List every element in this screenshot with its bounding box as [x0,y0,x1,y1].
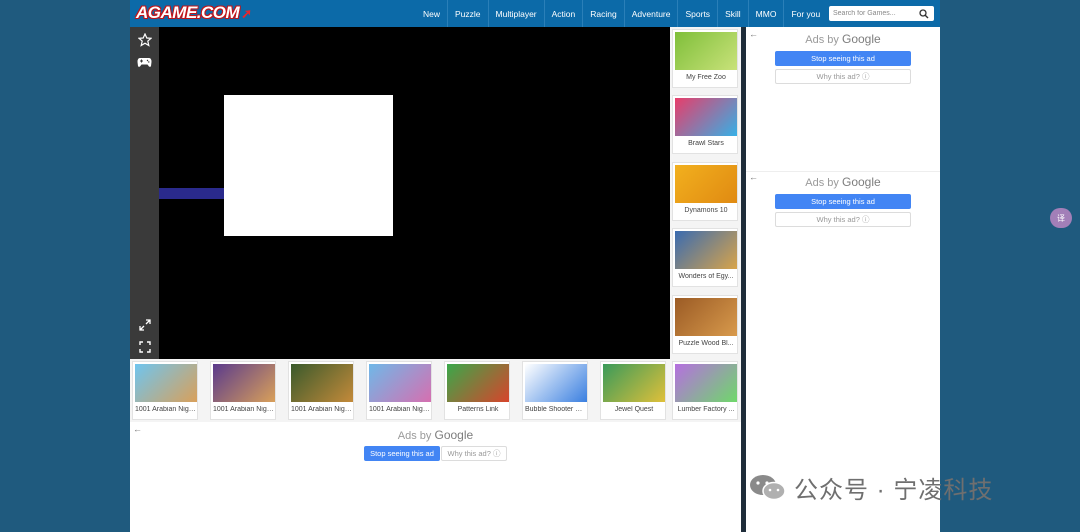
ads-by-google: Ads by Google [805,175,881,189]
game-tile-label: Wonders of Egy... [678,273,734,280]
related-games-column: My Free Zoo Brawl Stars Dynamons 10 Wond… [670,27,741,422]
nav-puzzle[interactable]: Puzzle [448,0,489,27]
game-thumbnail [675,165,737,203]
game-tile[interactable]: 1001 Arabian Night... [132,361,199,420]
game-tile-label: Lumber Factory ... [677,406,735,413]
game-tile-label: Bubble Shooter Cl... [525,406,588,413]
game-tile-label: Brawl Stars [688,140,724,147]
game-tile[interactable]: Dynamons 10 [672,162,738,221]
game-thumbnail [675,298,737,336]
search-box [829,6,934,21]
game-tile[interactable]: Brawl Stars [672,95,738,154]
site-logo[interactable]: AGAME.COM ➚ [136,2,255,24]
game-thumbnail [369,364,431,402]
game-tile[interactable]: Puzzle Wood Bl... [672,295,738,354]
nav-skill[interactable]: Skill [718,0,749,27]
game-thumbnail [675,98,737,136]
game-tile[interactable]: Bubble Shooter Cl... [522,361,588,420]
game-tile-label: 1001 Arabian Night... [213,406,277,413]
game-tile[interactable]: Jewel Quest [600,361,666,420]
game-tile-label: My Free Zoo [686,74,726,81]
nav-racing[interactable]: Racing [583,0,625,27]
game-thumbnail [135,364,197,402]
game-blue-bar [159,188,225,199]
nav-new[interactable]: New [416,0,449,27]
game-canvas[interactable] [159,27,670,359]
fullscreen-icon[interactable] [136,338,153,355]
game-tile-label: Patterns Link [457,406,499,413]
nav-action[interactable]: Action [545,0,584,27]
watermark-text: 公众号 · 宁凌科技 [794,477,994,504]
game-thumbnail [447,364,509,402]
nav-multiplayer[interactable]: Multiplayer [489,0,545,27]
game-player [130,27,670,359]
why-this-ad-button[interactable]: Why this ad? ⓘ [775,212,911,227]
game-tile[interactable]: 1001 Arabian Night... [288,361,355,420]
main-nav: New Puzzle Multiplayer Action Racing Adv… [416,0,827,27]
game-tile[interactable]: My Free Zoo [672,29,738,88]
game-tile[interactable]: Wonders of Egy... [672,228,738,287]
game-white-panel [224,95,393,236]
search-icon[interactable] [917,7,931,21]
game-tile-label: Jewel Quest [614,406,654,413]
wechat-icon [748,473,788,503]
logo-text: AGAME.COM [136,3,240,22]
game-tile-label: 1001 Arabian Night... [369,406,433,413]
game-tile-label: Dynamons 10 [684,207,728,214]
expand-icon[interactable] [136,316,153,333]
ads-by-google: Ads by Google [397,428,474,442]
ad-separator [746,171,940,172]
game-tile-label: 1001 Arabian Night... [291,406,355,413]
game-tile-label: Puzzle Wood Bl... [678,340,734,347]
search-input[interactable] [829,10,917,17]
bottom-ad: ← Ads by Google Stop seeing this ad Why … [130,422,741,532]
game-tile-label: 1001 Arabian Night... [135,406,199,413]
ads-by-google: Ads by Google [805,32,881,46]
game-tile[interactable]: Lumber Factory ... [672,361,738,420]
favorite-star-icon[interactable] [136,31,153,48]
game-thumbnail [525,364,587,402]
gamepad-icon[interactable] [136,54,153,71]
nav-for-you[interactable]: For you [784,0,827,27]
site-header: AGAME.COM ➚ New Puzzle Multiplayer Actio… [130,0,940,27]
right-ad-column: ← Ads by Google Stop seeing this ad Why … [746,27,940,532]
why-this-ad-button[interactable]: Why this ad? ⓘ [441,446,507,461]
game-thumbnail [213,364,275,402]
why-this-ad-button[interactable]: Why this ad? ⓘ [775,69,911,84]
more-games-row: 1001 Arabian Night... 1001 Arabian Night… [130,359,670,422]
nav-sports[interactable]: Sports [678,0,719,27]
game-thumbnail [603,364,665,402]
game-tile[interactable]: 1001 Arabian Night... [210,361,277,420]
game-toolbar [130,27,159,359]
nav-mmo[interactable]: MMO [749,0,785,27]
game-tile[interactable]: Patterns Link [444,361,510,420]
wechat-watermark: 公众号 · 宁凌科技 [748,470,993,505]
translate-bubble[interactable]: 译 [1050,208,1072,228]
stop-seeing-ad-button[interactable]: Stop seeing this ad [364,446,440,461]
stop-seeing-ad-button[interactable]: Stop seeing this ad [775,194,911,209]
game-tile[interactable]: 1001 Arabian Night... [366,361,433,420]
game-thumbnail [675,364,737,402]
game-thumbnail [291,364,353,402]
logo-swoosh-icon: ➚ [241,6,253,21]
stop-seeing-ad-button[interactable]: Stop seeing this ad [775,51,911,66]
game-thumbnail [675,32,737,70]
game-thumbnail [675,231,737,269]
nav-adventure[interactable]: Adventure [625,0,679,27]
